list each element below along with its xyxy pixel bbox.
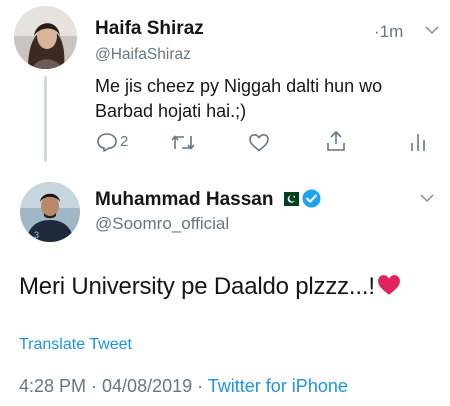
heart-emoji-icon	[377, 274, 401, 303]
like-icon[interactable]	[248, 133, 270, 152]
avatar-muhammad[interactable]: 3	[20, 182, 80, 242]
tweet-timestamp[interactable]: 4:28 PM · 04/08/2019 ·	[19, 376, 208, 396]
pakistan-flag-icon	[279, 190, 300, 206]
thread-connector-line	[44, 76, 47, 162]
reply-author-handle[interactable]: @HaifaShiraz	[95, 46, 191, 64]
translate-tweet-link[interactable]: Translate Tweet	[19, 336, 132, 354]
retweet-icon[interactable]	[170, 134, 196, 151]
main-tweet-text-body: Meri University pe Daaldo plzzz...!	[19, 273, 375, 300]
verified-badge-icon	[302, 189, 321, 208]
reply-text-line-2: Barbad hojati hai.;)	[95, 101, 247, 121]
main-author-name-text: Muhammad Hassan	[95, 189, 274, 210]
analytics-icon[interactable]	[410, 132, 426, 152]
chevron-down-icon[interactable]	[420, 193, 434, 203]
svg-text:3: 3	[34, 230, 39, 240]
tweet-source-link[interactable]: Twitter for iPhone	[208, 376, 348, 396]
reply-icon[interactable]	[96, 132, 118, 152]
tweet-meta: 4:28 PM · 04/08/2019 · Twitter for iPhon…	[19, 376, 348, 397]
reply-timestamp[interactable]: ·1m	[374, 22, 403, 42]
avatar-haifa[interactable]	[14, 6, 77, 69]
chevron-down-icon[interactable]	[425, 25, 439, 35]
reply-tweet-text: Me jis cheez py Niggah dalti hun wo Barb…	[95, 74, 382, 124]
share-icon[interactable]	[326, 130, 346, 152]
reply-author-name[interactable]: Haifa Shiraz	[95, 18, 204, 40]
reply-count: 2	[120, 133, 129, 150]
reply-text-line-1: Me jis cheez py Niggah dalti hun wo	[95, 76, 383, 96]
main-author-name[interactable]: Muhammad Hassan	[95, 189, 321, 211]
main-tweet-text: Meri University pe Daaldo plzzz...!	[19, 273, 401, 303]
main-author-handle[interactable]: @Soomro_official	[95, 214, 229, 234]
time-ago: 1m	[379, 22, 404, 41]
